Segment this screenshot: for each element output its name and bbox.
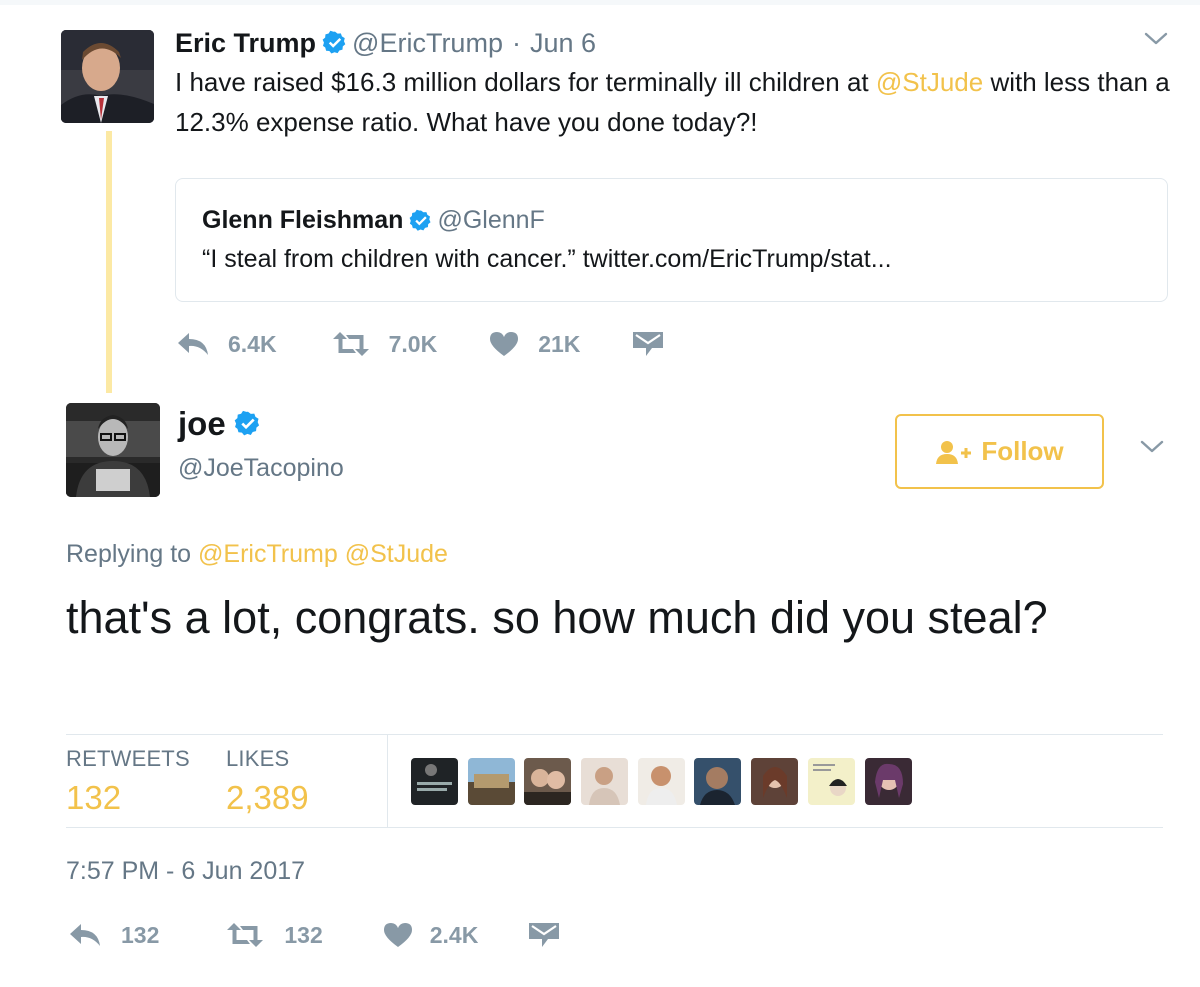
chevron-down-icon[interactable] <box>1140 440 1164 454</box>
verified-badge-icon <box>410 209 431 231</box>
likes-stat[interactable]: LIKES 2,389 <box>226 746 309 817</box>
avatar[interactable] <box>66 403 160 497</box>
author-name[interactable]: joe <box>178 405 226 443</box>
liker-avatar[interactable] <box>524 758 572 805</box>
liker-avatar[interactable] <box>864 758 912 805</box>
avatar[interactable] <box>61 30 154 123</box>
replying-label: Replying to <box>66 540 192 568</box>
heart-icon <box>490 332 519 356</box>
mention-link[interactable]: @StJude <box>876 67 983 97</box>
heart-icon <box>383 923 412 947</box>
replying-to-line: Replying to @EricTrump @StJude <box>66 540 448 569</box>
retweet-icon <box>227 923 264 947</box>
parent-tweet-text: I have raised $16.3 million dollars for … <box>175 62 1175 142</box>
quoted-tweet-card[interactable]: Glenn Fleishman @GlennF “I steal from ch… <box>175 178 1168 302</box>
liker-avatar[interactable] <box>581 758 629 805</box>
reply-icon <box>70 924 100 946</box>
tweet-text-part: I have raised $16.3 million dollars for … <box>175 67 876 97</box>
tweet-timestamp[interactable]: 7:57 PM - 6 Jun 2017 <box>66 857 305 886</box>
mention-link[interactable]: @EricTrump <box>198 540 338 568</box>
main-tweet-text: that's a lot, congrats. so how much did … <box>66 592 1048 643</box>
reply-button[interactable]: 132 <box>68 922 159 949</box>
like-button[interactable]: 21K <box>489 331 580 358</box>
quoted-author-name: Glenn Fleishman <box>202 206 404 234</box>
like-button[interactable]: 2.4K <box>383 921 479 949</box>
parent-tweet-actions: 6.4K 7.0K 21K <box>176 327 664 361</box>
retweet-button[interactable]: 7.0K <box>331 330 438 358</box>
quoted-tweet-header: Glenn Fleishman @GlennF <box>202 206 545 235</box>
author-name[interactable]: Eric Trump <box>175 28 316 59</box>
tweet-stats: RETWEETS 132 LIKES 2,389 <box>66 734 1163 828</box>
retweet-count: 7.0K <box>388 330 438 357</box>
liker-avatar[interactable] <box>411 758 458 805</box>
liker-avatar[interactable] <box>751 758 799 805</box>
retweet-icon <box>332 332 369 356</box>
follow-button[interactable]: Follow <box>895 414 1104 489</box>
retweets-stat[interactable]: RETWEETS 132 <box>66 746 190 817</box>
tweet-date[interactable]: Jun 6 <box>530 28 596 59</box>
stats-divider <box>387 735 388 828</box>
reply-button[interactable]: 6.4K <box>176 331 277 358</box>
mention-link[interactable]: @StJude <box>345 540 448 568</box>
retweets-label: RETWEETS <box>66 746 190 771</box>
likes-label: LIKES <box>226 746 290 771</box>
liker-avatar[interactable] <box>467 758 515 805</box>
liker-avatars <box>411 758 921 805</box>
thread-connector-line <box>106 131 112 393</box>
like-count: 21K <box>538 330 581 357</box>
reply-count: 132 <box>121 921 160 948</box>
quoted-tweet-text: “I steal from children with cancer.” twi… <box>202 245 892 273</box>
quoted-author-handle: @GlennF <box>437 206 545 234</box>
follow-person-icon <box>936 440 972 464</box>
author-handle[interactable]: @EricTrump <box>352 28 503 59</box>
parent-tweet-header: Eric Trump @EricTrump · Jun 6 <box>175 26 596 60</box>
retweet-button[interactable]: 132 <box>225 921 323 949</box>
retweets-count: 132 <box>66 779 122 816</box>
reply-icon <box>178 333 208 355</box>
separator-dot: · <box>511 27 521 58</box>
direct-message-button[interactable] <box>528 922 560 948</box>
author-name-row: joe <box>178 405 266 443</box>
reply-count: 6.4K <box>228 330 277 357</box>
verified-badge-icon <box>322 30 346 54</box>
chevron-down-icon[interactable] <box>1144 32 1168 46</box>
likes-count: 2,389 <box>226 779 309 816</box>
direct-message-icon <box>529 923 560 947</box>
liker-avatar[interactable] <box>807 758 855 805</box>
verified-badge-icon <box>234 410 259 436</box>
direct-message-icon <box>633 332 664 356</box>
top-divider <box>0 0 1200 5</box>
author-handle[interactable]: @JoeTacopino <box>178 454 344 483</box>
like-count: 2.4K <box>429 921 479 948</box>
liker-avatar[interactable] <box>637 758 685 805</box>
direct-message-button[interactable] <box>632 331 664 357</box>
retweet-count: 132 <box>284 921 323 948</box>
main-tweet-actions: 132 132 2.4K <box>68 918 560 952</box>
follow-label: Follow <box>981 436 1064 466</box>
liker-avatar[interactable] <box>694 758 742 805</box>
